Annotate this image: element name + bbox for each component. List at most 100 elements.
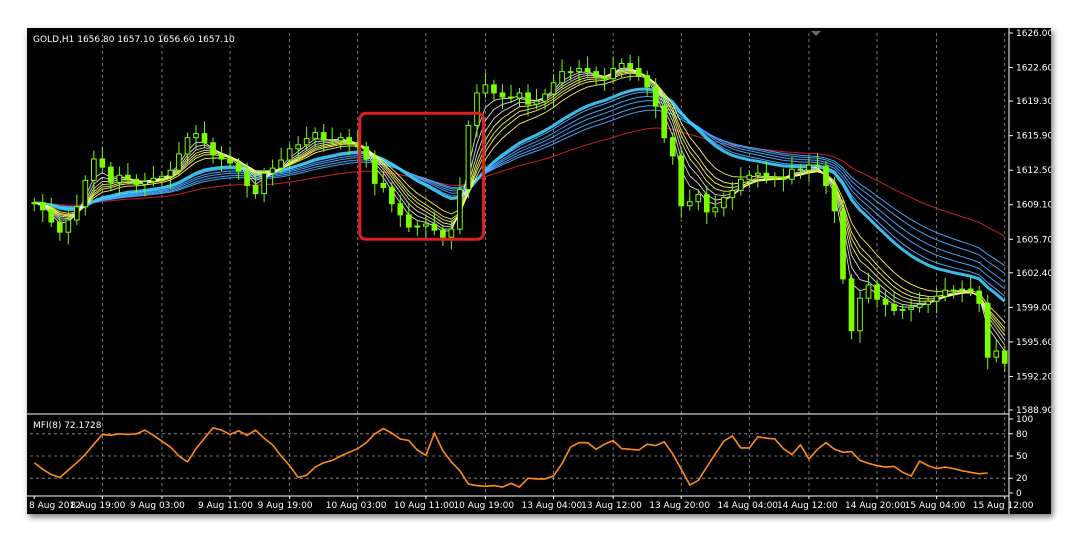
candle [840,198,846,284]
candle-body [831,184,838,212]
mfi-tick-label: 80 [1016,430,1028,440]
candle-body [593,71,599,78]
candle-body [984,302,991,358]
candle-body [661,105,668,139]
time-tick-label: 14 Aug 20:00 [845,501,906,511]
candle-body [227,158,233,164]
candle-body [916,303,923,308]
candle-body [635,68,642,77]
candle-body [303,138,310,146]
candle-body [56,221,63,233]
candle-body [184,137,191,155]
candle-body [763,172,770,179]
candle-body [499,92,506,98]
candle-body [950,289,957,292]
candle-body [746,174,753,180]
candle-body [772,176,778,179]
candle-body [652,86,659,107]
price-chart[interactable]: 1626.00 1622.60 1619.30 1615.90 1612.50 1609.… [27,28,1051,514]
candle-body [584,68,591,73]
candle-body [678,155,685,207]
candle-body [865,284,872,299]
price-tick-label: 1605.70 [1016,235,1051,245]
candle-body [755,172,761,176]
candle-body [857,297,863,332]
time-tick-label: 9 Aug 03:00 [130,501,185,511]
candle-body [405,214,412,228]
candle-body [559,71,565,84]
candle-body [261,172,267,195]
candle-body [167,169,174,177]
candle-body [576,68,582,73]
candle-body [159,175,165,179]
candle-body [695,194,702,203]
price-tick-label: 1615.90 [1016,132,1051,142]
candle-body [567,71,574,74]
time-tick-label: 9 Aug 11:00 [198,501,253,511]
price-tick-label: 1622.60 [1016,64,1051,74]
candle-body [550,82,557,95]
candle-body [703,194,710,213]
time-tick-label: 14 Aug 04:00 [717,501,778,511]
time-tick-label: 9 Aug 19:00 [258,501,313,511]
price-tick-label: 1595.60 [1016,338,1051,348]
candle-body [542,93,548,102]
mfi-tick-label: 100 [1016,415,1033,425]
candle-body [720,197,727,209]
candle-body [908,306,914,310]
candle-body [39,202,46,211]
price-tick-label: 1609.10 [1016,201,1051,211]
candle-body [618,62,625,70]
candle-body [610,68,616,80]
candle-body [201,133,208,144]
time-tick-label: 10 Aug 03:00 [326,501,387,511]
candle-body [142,180,148,185]
candle-body [474,92,480,126]
candle-body [959,288,966,291]
candle-body [414,225,421,228]
candle-body [482,84,489,94]
candle [465,120,472,199]
candle-body [797,168,804,171]
candle-body [312,132,319,140]
candle-body [508,96,514,99]
candle-body [218,154,225,160]
candle-body [601,76,608,80]
candle [848,273,855,340]
candle-body [737,178,744,192]
chart-window: 1626.00 1622.60 1619.30 1615.90 1612.50 1609.… [27,28,1051,514]
candle-body [789,168,795,180]
candle-body [116,174,123,183]
candle-body [491,84,497,94]
indicator-info: MFI(8) 72.1728 [33,421,102,431]
candle-body [976,290,983,304]
candle-body [840,210,846,280]
candle-body [125,174,131,180]
candle-body [516,92,523,99]
candle-body [193,133,199,139]
time-tick-label: 10 Aug 19:00 [453,501,514,511]
candle-body [99,158,106,168]
candle-body [874,284,880,300]
candle-body [431,223,438,231]
candle-body [73,206,80,221]
candle-body [780,176,787,180]
candle-body [346,137,353,144]
candle-body [91,158,97,181]
candle-body [31,202,38,205]
candle-body [176,153,182,171]
time-tick-label: 10 Aug 11:00 [394,501,455,511]
symbol-info: GOLD,H1 1656.80 1657.10 1656.60 1657.10 [33,35,235,45]
time-tick-label: 15 Aug 12:00 [973,501,1034,511]
candle-body [269,167,276,174]
candle-body [235,162,242,172]
mfi-tick-label: 50 [1016,452,1028,462]
candle-body [388,186,395,205]
candle-body [278,159,284,169]
mfi-tick-label: 0 [1016,489,1022,499]
candle-body [295,144,302,150]
candle-body [457,188,463,230]
candle-body [729,190,736,199]
candle-body [925,300,931,305]
time-tick-label: 8 Aug 19:00 [70,501,125,511]
